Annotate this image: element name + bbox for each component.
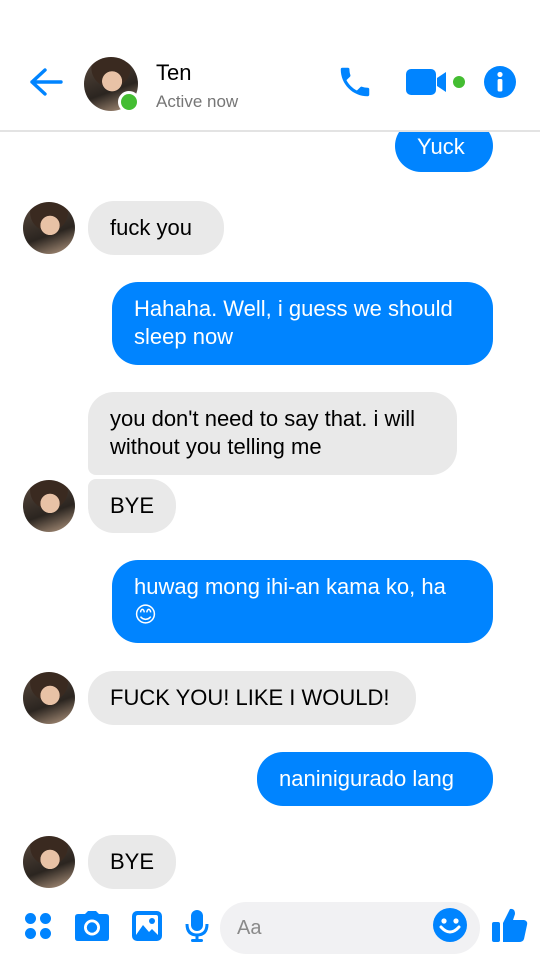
sender-avatar[interactable]	[23, 202, 75, 254]
message-bubble-outgoing[interactable]: Hahaha. Well, i guess we should sleep no…	[112, 282, 493, 365]
emoji-icon	[432, 907, 468, 948]
camera-icon	[74, 910, 110, 947]
phone-icon	[336, 63, 374, 106]
conversation-info-button[interactable]	[482, 65, 518, 104]
message-bubble-incoming[interactable]: BYE	[88, 835, 176, 889]
message-bubble-incoming[interactable]: BYE	[88, 479, 176, 533]
image-icon	[131, 910, 163, 947]
messenger-chat-screen: Ten Active now Yuck fuck you Hahaha. Wel…	[0, 0, 540, 960]
thumbs-up-icon	[491, 906, 529, 949]
camera-button[interactable]	[72, 910, 112, 946]
contact-avatar-button[interactable]	[84, 57, 140, 113]
back-arrow-icon	[29, 67, 63, 102]
send-like-button[interactable]	[490, 906, 530, 948]
more-actions-button[interactable]	[20, 910, 56, 946]
message-input[interactable]	[220, 902, 420, 954]
sender-avatar[interactable]	[23, 672, 75, 724]
back-button[interactable]	[28, 66, 64, 102]
voice-call-button[interactable]	[334, 64, 376, 104]
video-camera-icon	[404, 65, 468, 104]
message-bubble-outgoing[interactable]: naninigurado lang	[257, 752, 493, 806]
apps-grid-icon	[23, 911, 53, 946]
sender-avatar[interactable]	[23, 480, 75, 532]
microphone-icon	[185, 909, 209, 948]
photo-gallery-button[interactable]	[128, 910, 166, 946]
contact-name[interactable]: Ten	[156, 60, 191, 86]
message-bubble-outgoing[interactable]: huwag mong ihi-an kama ko, ha 😊	[112, 560, 493, 643]
info-icon	[483, 65, 517, 104]
message-bubble-incoming[interactable]: you don't need to say that. i will witho…	[88, 392, 457, 475]
contact-active-status: Active now	[156, 92, 239, 111]
emoji-button[interactable]	[431, 907, 469, 948]
sender-avatar[interactable]	[23, 836, 75, 888]
video-call-button[interactable]	[404, 66, 468, 102]
message-bubble-incoming[interactable]: fuck you	[88, 201, 224, 255]
chat-header: Ten Active now	[0, 0, 540, 132]
voice-message-button[interactable]	[182, 909, 212, 948]
online-status-dot	[118, 91, 140, 113]
message-bubble-incoming[interactable]: FUCK YOU! LIKE I WOULD!	[88, 671, 416, 725]
message-composer	[0, 896, 540, 960]
